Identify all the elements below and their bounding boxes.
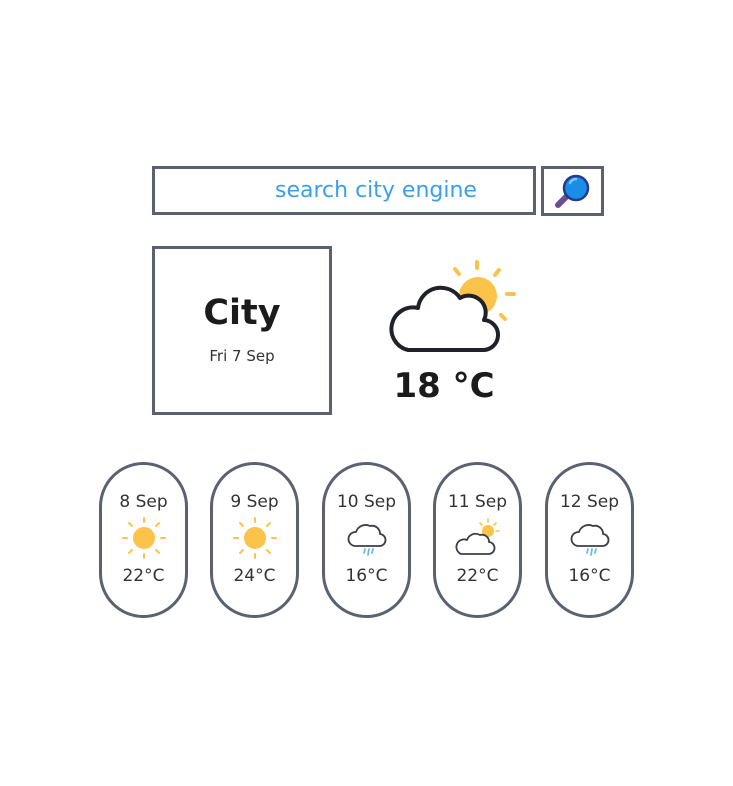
sun-icon xyxy=(121,517,166,559)
search-button[interactable] xyxy=(541,166,604,216)
forecast-temp: 16°C xyxy=(568,566,611,586)
forecast-date: 9 Sep xyxy=(230,492,279,512)
search-box xyxy=(152,166,536,215)
current-temperature: 18 °C xyxy=(393,366,495,406)
rain-cloud-icon xyxy=(570,524,609,556)
forecast-card-2: 9 Sep 24°C xyxy=(210,462,299,618)
forecast-date: 11 Sep xyxy=(447,492,508,512)
forecast-temp: 22°C xyxy=(456,566,499,586)
partly-cloudy-icon xyxy=(454,518,500,555)
city-date: Fri 7 Sep xyxy=(209,346,275,365)
forecast-date: 8 Sep xyxy=(119,492,168,512)
forecast-temp: 22°C xyxy=(122,566,165,586)
partly-cloudy-icon xyxy=(389,260,516,353)
forecast-temp: 24°C xyxy=(233,566,276,586)
forecast-date: 12 Sep xyxy=(559,492,620,512)
forecast-card-5: 12 Sep 16°C xyxy=(545,462,634,618)
forecast-card-3: 10 Sep 16°C xyxy=(322,462,411,618)
forecast-date: 10 Sep xyxy=(336,492,397,512)
forecast-temp: 16°C xyxy=(345,566,388,586)
sun-icon xyxy=(232,517,277,559)
forecast-card-1: 8 Sep 22°C xyxy=(99,462,188,618)
city-name: City xyxy=(203,292,281,333)
magnifier-icon xyxy=(554,174,589,208)
rain-cloud-icon xyxy=(347,524,386,556)
forecast-card-4: 11 Sep 22°C xyxy=(433,462,522,618)
search-input[interactable] xyxy=(155,169,533,212)
city-card: City Fri 7 Sep xyxy=(152,246,332,415)
